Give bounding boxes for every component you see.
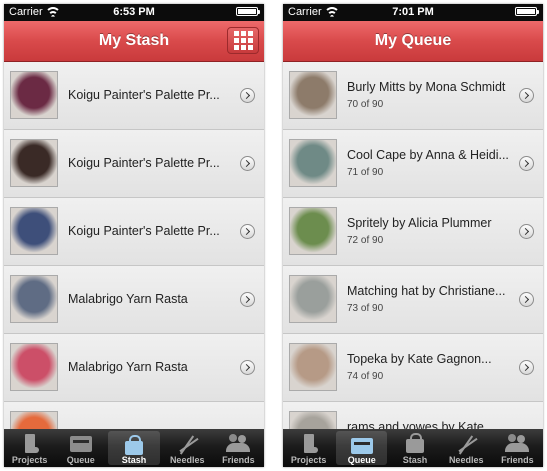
tab-label: Needles [169, 455, 205, 465]
item-title: Koigu Painter's Palette Pr... [68, 224, 220, 238]
tab-label: Projects [290, 455, 327, 465]
queue-list[interactable]: Burly Mitts by Mona Schmidt 70 of 90 Coo… [283, 62, 543, 429]
page-title: My Stash [98, 32, 170, 49]
disclosure-chevron-icon[interactable] [519, 292, 534, 307]
tab-stash[interactable]: Stash [389, 429, 440, 467]
list-item[interactable] [4, 402, 264, 429]
tab-label: Queue [66, 455, 95, 465]
bag-icon [406, 433, 424, 453]
needles-icon [455, 434, 477, 454]
tab-label: Stash [121, 455, 147, 465]
yarn-thumbnail [10, 139, 58, 187]
yarn-thumbnail [10, 207, 58, 255]
queue-position: 70 of 90 [347, 99, 384, 110]
battery-icon [236, 7, 260, 16]
pattern-thumbnail [289, 71, 337, 119]
tab-friends[interactable]: Friends [492, 429, 543, 467]
tab-label: Needles [448, 455, 484, 465]
status-time: 7:01 PM [392, 6, 434, 18]
battery-icon [515, 7, 539, 16]
tab-stash[interactable]: Stash [108, 431, 160, 465]
yarn-thumbnail [10, 343, 58, 391]
grid-view-button[interactable] [227, 27, 259, 54]
pattern-thumbnail [289, 207, 337, 255]
pattern-thumbnail [289, 411, 337, 429]
tab-label: Stash [402, 455, 428, 465]
list-item[interactable]: Topeka by Kate Gagnon... 74 of 90 [283, 334, 543, 402]
stash-screen: Carrier 6:53 PM My Stash Koigu Painter's… [4, 4, 264, 467]
tab-label: Projects [11, 455, 48, 465]
disclosure-chevron-icon[interactable] [240, 156, 255, 171]
queue-icon [350, 438, 373, 454]
boot-icon [303, 434, 318, 453]
disclosure-chevron-icon[interactable] [240, 224, 255, 239]
tab-label: Friends [501, 455, 534, 465]
status-time: 6:53 PM [113, 6, 155, 18]
item-title: Malabrigo Yarn Rasta [68, 292, 188, 306]
yarn-thumbnail [10, 71, 58, 119]
tab-bar: Projects Queue Stash Needles Friends [283, 429, 543, 467]
item-title: Matching hat by Christiane... [347, 284, 506, 298]
item-title: Topeka by Kate Gagnon... [347, 352, 492, 366]
list-item[interactable]: Malabrigo Yarn Rasta [4, 266, 264, 334]
nav-bar: My Stash [4, 21, 264, 62]
battery-fill [238, 9, 256, 14]
tab-projects[interactable]: Projects [283, 429, 334, 467]
status-bar: Carrier 6:53 PM [4, 4, 264, 21]
tab-needles[interactable]: Needles [441, 429, 492, 467]
page-title: My Queue [374, 32, 452, 49]
list-item[interactable]: Malabrigo Yarn Rasta [4, 334, 264, 402]
bag-icon [125, 435, 143, 455]
stash-list[interactable]: Koigu Painter's Palette Pr... Koigu Pain… [4, 62, 264, 429]
tab-friends[interactable]: Friends [213, 429, 264, 467]
queue-position: 73 of 90 [347, 303, 384, 314]
tab-needles[interactable]: Needles [162, 429, 213, 467]
tab-label: Queue [347, 455, 376, 465]
queue-position: 71 of 90 [347, 167, 384, 178]
item-title: Malabrigo Yarn Rasta [68, 360, 188, 374]
list-item[interactable]: Koigu Painter's Palette Pr... [4, 62, 264, 130]
disclosure-chevron-icon[interactable] [519, 360, 534, 375]
tab-bar: Projects Queue Stash Needles Friends [4, 429, 264, 467]
battery-fill [517, 9, 535, 14]
disclosure-chevron-icon[interactable] [519, 156, 534, 171]
pattern-thumbnail [289, 343, 337, 391]
list-item[interactable]: Burly Mitts by Mona Schmidt 70 of 90 [283, 62, 543, 130]
tab-projects[interactable]: Projects [4, 429, 55, 467]
disclosure-chevron-icon[interactable] [240, 360, 255, 375]
item-title: Spritely by Alicia Plummer [347, 216, 492, 230]
pattern-thumbnail [289, 275, 337, 323]
tab-queue[interactable]: Queue [55, 429, 106, 467]
item-title: Koigu Painter's Palette Pr... [68, 156, 220, 170]
item-title: Cool Cape by Anna & Heidi... [347, 148, 509, 162]
list-item[interactable]: rams and yowes by Kate... [283, 402, 543, 429]
item-title: Koigu Painter's Palette Pr... [68, 88, 220, 102]
status-bar: Carrier 7:01 PM [283, 4, 543, 21]
queue-position: 72 of 90 [347, 235, 384, 246]
disclosure-chevron-icon[interactable] [519, 224, 534, 239]
yarn-thumbnail [10, 275, 58, 323]
friends-icon [505, 434, 530, 452]
disclosure-chevron-icon[interactable] [240, 88, 255, 103]
list-item[interactable]: Matching hat by Christiane... 73 of 90 [283, 266, 543, 334]
needles-icon [176, 434, 198, 454]
item-title: Burly Mitts by Mona Schmidt [347, 80, 506, 94]
pattern-thumbnail [289, 139, 337, 187]
queue-screen: Carrier 7:01 PM My Queue Burly Mitts by … [283, 4, 543, 467]
list-item[interactable]: Spritely by Alicia Plummer 72 of 90 [283, 198, 543, 266]
item-title: rams and yowes by Kate... [347, 420, 495, 429]
disclosure-chevron-icon[interactable] [519, 88, 534, 103]
tab-label: Friends [222, 455, 255, 465]
queue-icon [69, 436, 92, 452]
disclosure-chevron-icon[interactable] [240, 292, 255, 307]
yarn-thumbnail [10, 411, 58, 429]
friends-icon [226, 434, 251, 452]
queue-position: 74 of 90 [347, 371, 384, 382]
nav-bar: My Queue [283, 21, 543, 62]
list-item[interactable]: Cool Cape by Anna & Heidi... 71 of 90 [283, 130, 543, 198]
list-item[interactable]: Koigu Painter's Palette Pr... [4, 130, 264, 198]
boot-icon [24, 434, 39, 453]
list-item[interactable]: Koigu Painter's Palette Pr... [4, 198, 264, 266]
tab-queue[interactable]: Queue [336, 431, 388, 465]
